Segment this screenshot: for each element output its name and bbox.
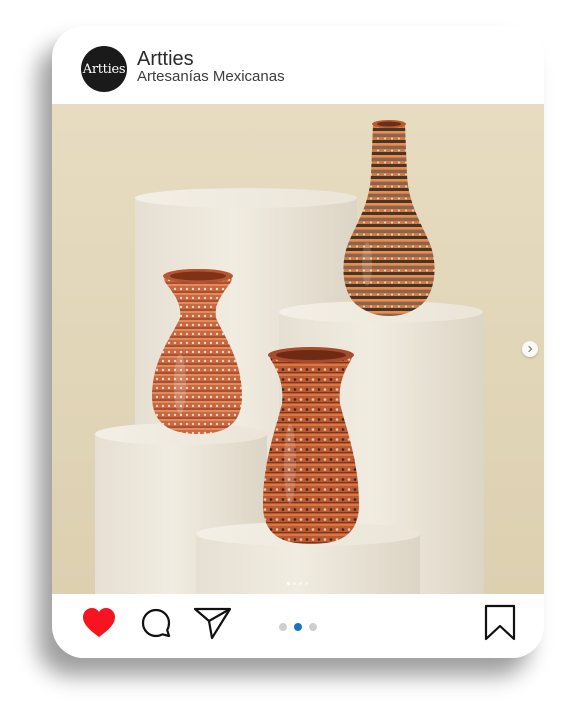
page-dot-active	[294, 623, 302, 631]
username[interactable]: Artties	[137, 48, 194, 70]
carousel-dot	[305, 582, 308, 585]
vases-photo-illustration	[52, 104, 544, 594]
carousel-indicator	[287, 582, 308, 585]
post-action-bar	[52, 594, 544, 658]
page-dot	[309, 623, 317, 631]
like-button[interactable]	[81, 607, 117, 642]
carousel-next-button[interactable]	[522, 341, 538, 357]
comment-icon	[141, 608, 171, 638]
save-button[interactable]	[483, 604, 517, 645]
carousel-page-dots	[279, 623, 317, 631]
page-dot	[279, 623, 287, 631]
comment-button[interactable]	[140, 607, 172, 642]
chevron-right-icon	[528, 345, 533, 353]
post-header: Artties Artties Artesanías Mexicanas	[52, 26, 544, 104]
avatar[interactable]: Artties	[81, 46, 127, 92]
share-button[interactable]	[193, 606, 233, 643]
instagram-post-card: Artties Artties Artesanías Mexicanas	[52, 26, 544, 658]
bookmark-icon	[484, 604, 516, 641]
heart-icon	[83, 608, 115, 637]
carousel-dot	[287, 582, 290, 585]
post-photo[interactable]	[52, 104, 544, 594]
share-icon	[193, 607, 232, 640]
account-subtitle: Artesanías Mexicanas	[137, 68, 285, 85]
carousel-dot	[293, 582, 296, 585]
carousel-dot	[299, 582, 302, 585]
